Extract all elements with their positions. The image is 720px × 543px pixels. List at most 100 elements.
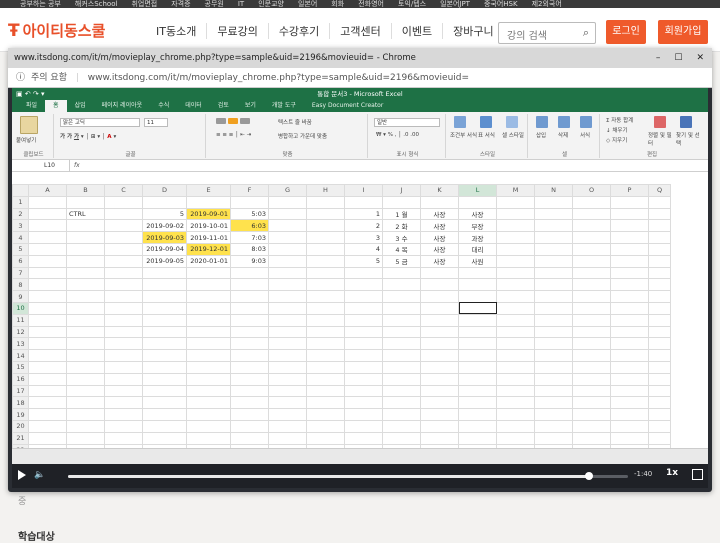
cell-M13[interactable] (496, 337, 535, 351)
cell-F7[interactable] (230, 266, 269, 280)
cell-B10[interactable] (66, 301, 105, 315)
search-icon[interactable]: ⌕ (583, 26, 589, 40)
cell-F4[interactable]: 7:03 (230, 231, 269, 244)
cell-H3[interactable] (306, 219, 345, 233)
align-bottom-icon[interactable] (240, 118, 250, 124)
cell-B17[interactable] (66, 384, 105, 398)
cell-J20[interactable] (382, 419, 421, 433)
autosum-button[interactable]: Σ 자동 합계 (606, 116, 633, 124)
cell-I13[interactable] (344, 337, 383, 351)
nav-item[interactable]: 장바구니 (442, 23, 503, 39)
cell-B5[interactable] (66, 242, 105, 256)
top-strip-link[interactable]: IT (238, 0, 244, 8)
cell-O11[interactable] (572, 313, 611, 327)
cell-O6[interactable] (572, 254, 611, 268)
cell-C6[interactable] (104, 254, 143, 268)
cell-B12[interactable] (66, 325, 105, 339)
cell-D16[interactable] (142, 372, 187, 386)
cell-C18[interactable] (104, 396, 143, 410)
cell-G5[interactable] (268, 242, 307, 256)
close-button[interactable]: ✕ (696, 48, 704, 68)
cell-N14[interactable] (534, 349, 573, 362)
cell-K8[interactable] (420, 278, 459, 292)
row-header[interactable]: 14 (12, 349, 29, 362)
cell-N8[interactable] (534, 278, 573, 292)
cell-I1[interactable] (344, 195, 383, 209)
column-header[interactable]: N (534, 184, 573, 197)
cell-A6[interactable] (28, 254, 67, 268)
cell-L2[interactable]: 사장 (458, 207, 497, 221)
cell-Q10[interactable] (648, 301, 671, 315)
fx-icon[interactable]: fx (74, 160, 80, 172)
nav-item[interactable]: 수강후기 (267, 23, 329, 39)
column-header[interactable]: P (610, 184, 649, 197)
cell-B19[interactable] (66, 408, 105, 421)
cell-E16[interactable] (186, 372, 231, 386)
cell-C13[interactable] (104, 337, 143, 351)
column-header[interactable]: Q (648, 184, 671, 197)
cell-L10[interactable] (458, 301, 497, 315)
cell-M21[interactable] (496, 431, 535, 445)
ribbon-tab[interactable]: 홈 (45, 100, 67, 112)
cell-G2[interactable] (268, 207, 307, 221)
cell-H19[interactable] (306, 408, 345, 421)
cell-K2[interactable]: 사장 (420, 207, 459, 221)
row-header[interactable]: 7 (12, 266, 29, 280)
cell-G21[interactable] (268, 431, 307, 445)
cell-P12[interactable] (610, 325, 649, 339)
cell-K5[interactable]: 사장 (420, 242, 459, 256)
cell-I19[interactable] (344, 408, 383, 421)
cell-M10[interactable] (496, 301, 535, 315)
merge-center-button[interactable]: 병합하고 가운데 맞춤 (278, 132, 327, 140)
cell-K7[interactable] (420, 266, 459, 280)
cell-A2[interactable] (28, 207, 67, 221)
row-header[interactable]: 18 (12, 396, 29, 410)
cell-E1[interactable] (186, 195, 231, 209)
cell-A7[interactable] (28, 266, 67, 280)
cell-O3[interactable] (572, 219, 611, 233)
cell-J17[interactable] (382, 384, 421, 398)
cell-Q6[interactable] (648, 254, 671, 268)
column-header[interactable]: G (268, 184, 307, 197)
cell-B14[interactable] (66, 349, 105, 362)
cell-P14[interactable] (610, 349, 649, 362)
cell-I5[interactable]: 4 (344, 242, 383, 256)
cell-P4[interactable] (610, 231, 649, 244)
cell-A17[interactable] (28, 384, 67, 398)
cell-A13[interactable] (28, 337, 67, 351)
cell-C12[interactable] (104, 325, 143, 339)
seek-handle[interactable] (584, 472, 593, 480)
column-header[interactable]: B (66, 184, 105, 197)
cell-P21[interactable] (610, 431, 649, 445)
cell-K14[interactable] (420, 349, 459, 362)
row-header[interactable]: 11 (12, 313, 29, 327)
cell-L3[interactable]: 부장 (458, 219, 497, 233)
cell-J6[interactable]: 5 금 (382, 254, 421, 268)
cell-H21[interactable] (306, 431, 345, 445)
top-strip-link[interactable]: 자격증 (171, 0, 190, 8)
row-header[interactable]: 2 (12, 207, 29, 221)
cell-P18[interactable] (610, 396, 649, 410)
cell-N12[interactable] (534, 325, 573, 339)
cell-N13[interactable] (534, 337, 573, 351)
cell-D20[interactable] (142, 419, 187, 433)
cell-F2[interactable]: 5:03 (230, 207, 269, 221)
cell-G14[interactable] (268, 349, 307, 362)
cell-B20[interactable] (66, 419, 105, 433)
cell-H17[interactable] (306, 384, 345, 398)
cell-C21[interactable] (104, 431, 143, 445)
cond-format-button[interactable]: 조건부 서식 (450, 131, 477, 139)
ribbon-tab[interactable]: 개발 도구 (264, 100, 304, 112)
cell-B18[interactable] (66, 396, 105, 410)
select-all-corner[interactable] (12, 184, 29, 197)
cell-M15[interactable] (496, 360, 535, 374)
cell-L17[interactable] (458, 384, 497, 398)
cell-P7[interactable] (610, 266, 649, 280)
cell-G11[interactable] (268, 313, 307, 327)
clear-button[interactable]: ◇ 지우기 (606, 136, 627, 144)
cell-Q17[interactable] (648, 384, 671, 398)
cell-N19[interactable] (534, 408, 573, 421)
row-header[interactable]: 5 (12, 242, 29, 256)
cell-C1[interactable] (104, 195, 143, 209)
cell-L1[interactable] (458, 195, 497, 209)
